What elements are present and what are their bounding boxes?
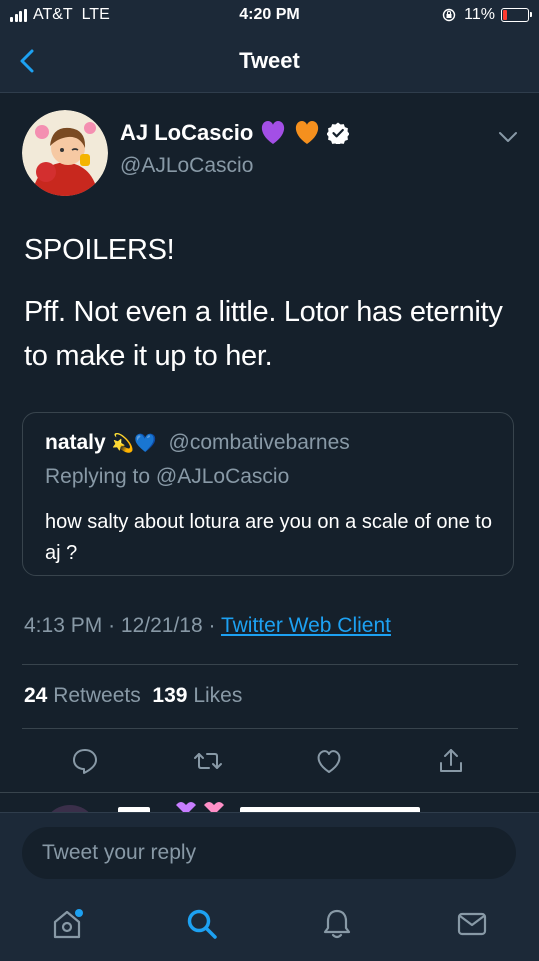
- search-icon[interactable]: [185, 907, 219, 941]
- share-icon[interactable]: [436, 746, 466, 776]
- meta-separator: ·: [208, 614, 216, 637]
- avatar-image: [22, 110, 108, 196]
- reply-icon[interactable]: [70, 746, 100, 776]
- home-icon[interactable]: [50, 907, 84, 941]
- quoted-author-emojis: 💫💙: [111, 432, 157, 453]
- status-bar: AT&T LTE 4:20 PM 11%: [0, 0, 539, 32]
- tweet-text-line-1: SPOILERS!: [24, 234, 175, 266]
- meta-separator: ·: [108, 614, 116, 637]
- battery-info: 11%: [442, 6, 532, 24]
- quoted-reply-to: Replying to @AJLoCascio: [45, 465, 290, 488]
- author-handle[interactable]: @AJLoCascio: [120, 154, 253, 178]
- reply-input[interactable]: [22, 827, 516, 879]
- quoted-tweet-header: nataly 💫💙 @combativebarnes: [45, 431, 350, 455]
- quoted-tweet[interactable]: nataly 💫💙 @combativebarnes Replying to @…: [22, 412, 514, 576]
- divider: [22, 664, 518, 665]
- quoted-author-handle: @combativebarnes: [168, 431, 350, 454]
- orange-heart-icon: [296, 121, 319, 144]
- next-reply-preview: [50, 802, 420, 813]
- tweet-client-link[interactable]: Twitter Web Client: [221, 614, 391, 637]
- notifications-bell-icon[interactable]: [320, 907, 354, 941]
- likes-label[interactable]: Likes: [193, 684, 242, 707]
- chevron-down-icon[interactable]: [497, 128, 519, 146]
- battery-icon: [501, 8, 532, 22]
- battery-percent: 11%: [464, 6, 495, 23]
- page-title: Tweet: [239, 48, 300, 73]
- tweet-stats: 24 Retweets 139 Likes: [24, 684, 242, 708]
- tweet-time: 4:13 PM: [24, 614, 103, 637]
- purple-heart-icon: [262, 121, 285, 144]
- tweet-text-line-2: Pff. Not even a little. Lotor has eterni…: [24, 296, 503, 372]
- quoted-tweet-text: how salty about lotura are you on a scal…: [45, 511, 492, 564]
- next-reply-peek: [0, 793, 539, 813]
- retweets-label[interactable]: Retweets: [53, 684, 141, 707]
- divider: [22, 728, 518, 729]
- retweet-count[interactable]: 24: [24, 684, 47, 707]
- like-count[interactable]: 139: [152, 684, 187, 707]
- verified-badge-icon: [327, 122, 350, 144]
- tweet-date: 12/21/18: [120, 614, 203, 637]
- like-heart-icon[interactable]: [314, 746, 344, 776]
- nav-bar: Tweet: [0, 32, 539, 93]
- messages-envelope-icon[interactable]: [455, 907, 489, 941]
- tweet-actions: [0, 740, 539, 786]
- rotation-lock-icon: [442, 8, 456, 22]
- tweet-meta: 4:13 PM · 12/21/18 · Twitter Web Client: [24, 614, 391, 638]
- reply-bar: [0, 812, 539, 961]
- author-name[interactable]: AJ LoCascio: [120, 120, 253, 146]
- avatar[interactable]: [22, 110, 108, 196]
- quoted-author-name: nataly: [45, 431, 106, 454]
- author-name-row[interactable]: AJ LoCascio: [120, 120, 350, 146]
- retweet-icon[interactable]: [193, 746, 223, 776]
